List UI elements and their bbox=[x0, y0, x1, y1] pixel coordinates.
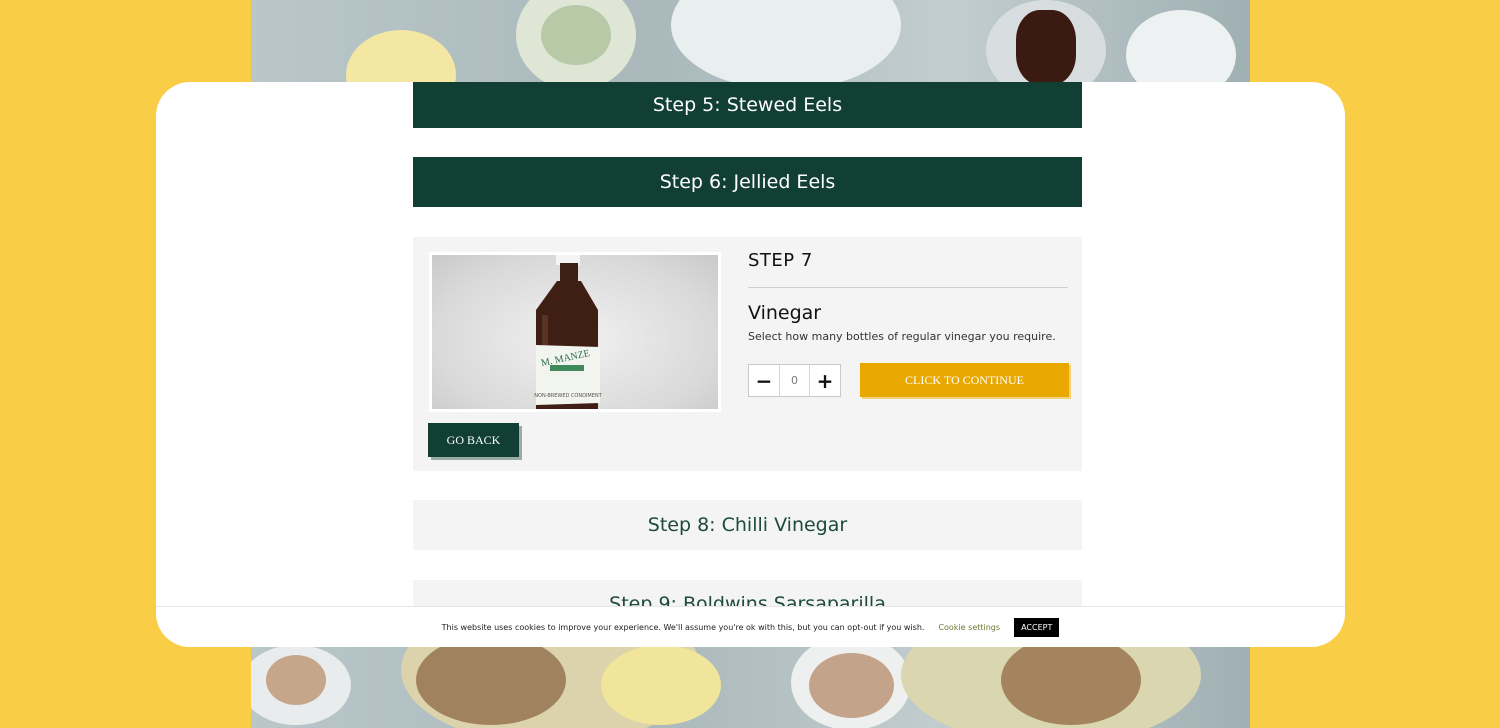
go-back-button[interactable]: GO BACK bbox=[428, 423, 519, 457]
plus-icon: + bbox=[816, 368, 834, 393]
step-5-header[interactable]: Step 5: Stewed Eels bbox=[413, 82, 1082, 128]
step-5-label: Step 5: Stewed Eels bbox=[652, 94, 843, 116]
product-name: Vinegar bbox=[748, 302, 822, 324]
divider bbox=[748, 287, 1068, 288]
minus-button[interactable]: − bbox=[749, 365, 779, 396]
step-number-label: STEP 7 bbox=[748, 250, 813, 271]
product-description: Select how many bottles of regular vineg… bbox=[748, 330, 1056, 343]
step-6-label: Step 6: Jellied Eels bbox=[659, 171, 836, 193]
cookie-settings-link[interactable]: Cookie settings bbox=[938, 623, 1000, 632]
step-8-label: Step 8: Chilli Vinegar bbox=[647, 514, 848, 536]
vinegar-bottle-image: M. MANZE NON-BREWED CONDIMENT bbox=[429, 252, 721, 412]
cookie-message: This website uses cookies to improve you… bbox=[441, 623, 925, 632]
minus-icon: − bbox=[755, 368, 773, 393]
main-card: Step 5: Stewed Eels Step 6: Jellied Eels… bbox=[156, 82, 1345, 647]
background-photo-bottom bbox=[251, 645, 1250, 728]
step-6-header[interactable]: Step 6: Jellied Eels bbox=[413, 157, 1082, 207]
cookie-banner: This website uses cookies to improve you… bbox=[156, 606, 1345, 647]
step-7-panel: M. MANZE NON-BREWED CONDIMENT GO BACK ST… bbox=[413, 237, 1082, 471]
accept-cookies-button[interactable]: ACCEPT bbox=[1014, 618, 1060, 637]
quantity-input[interactable] bbox=[779, 365, 810, 396]
background-photo-top bbox=[251, 0, 1250, 85]
bottle-sub-text: NON-BREWED CONDIMENT bbox=[534, 393, 602, 399]
continue-button[interactable]: CLICK TO CONTINUE bbox=[860, 363, 1069, 397]
plus-button[interactable]: + bbox=[810, 365, 840, 396]
quantity-stepper: − + bbox=[748, 364, 841, 397]
step-8-header[interactable]: Step 8: Chilli Vinegar bbox=[413, 500, 1082, 550]
